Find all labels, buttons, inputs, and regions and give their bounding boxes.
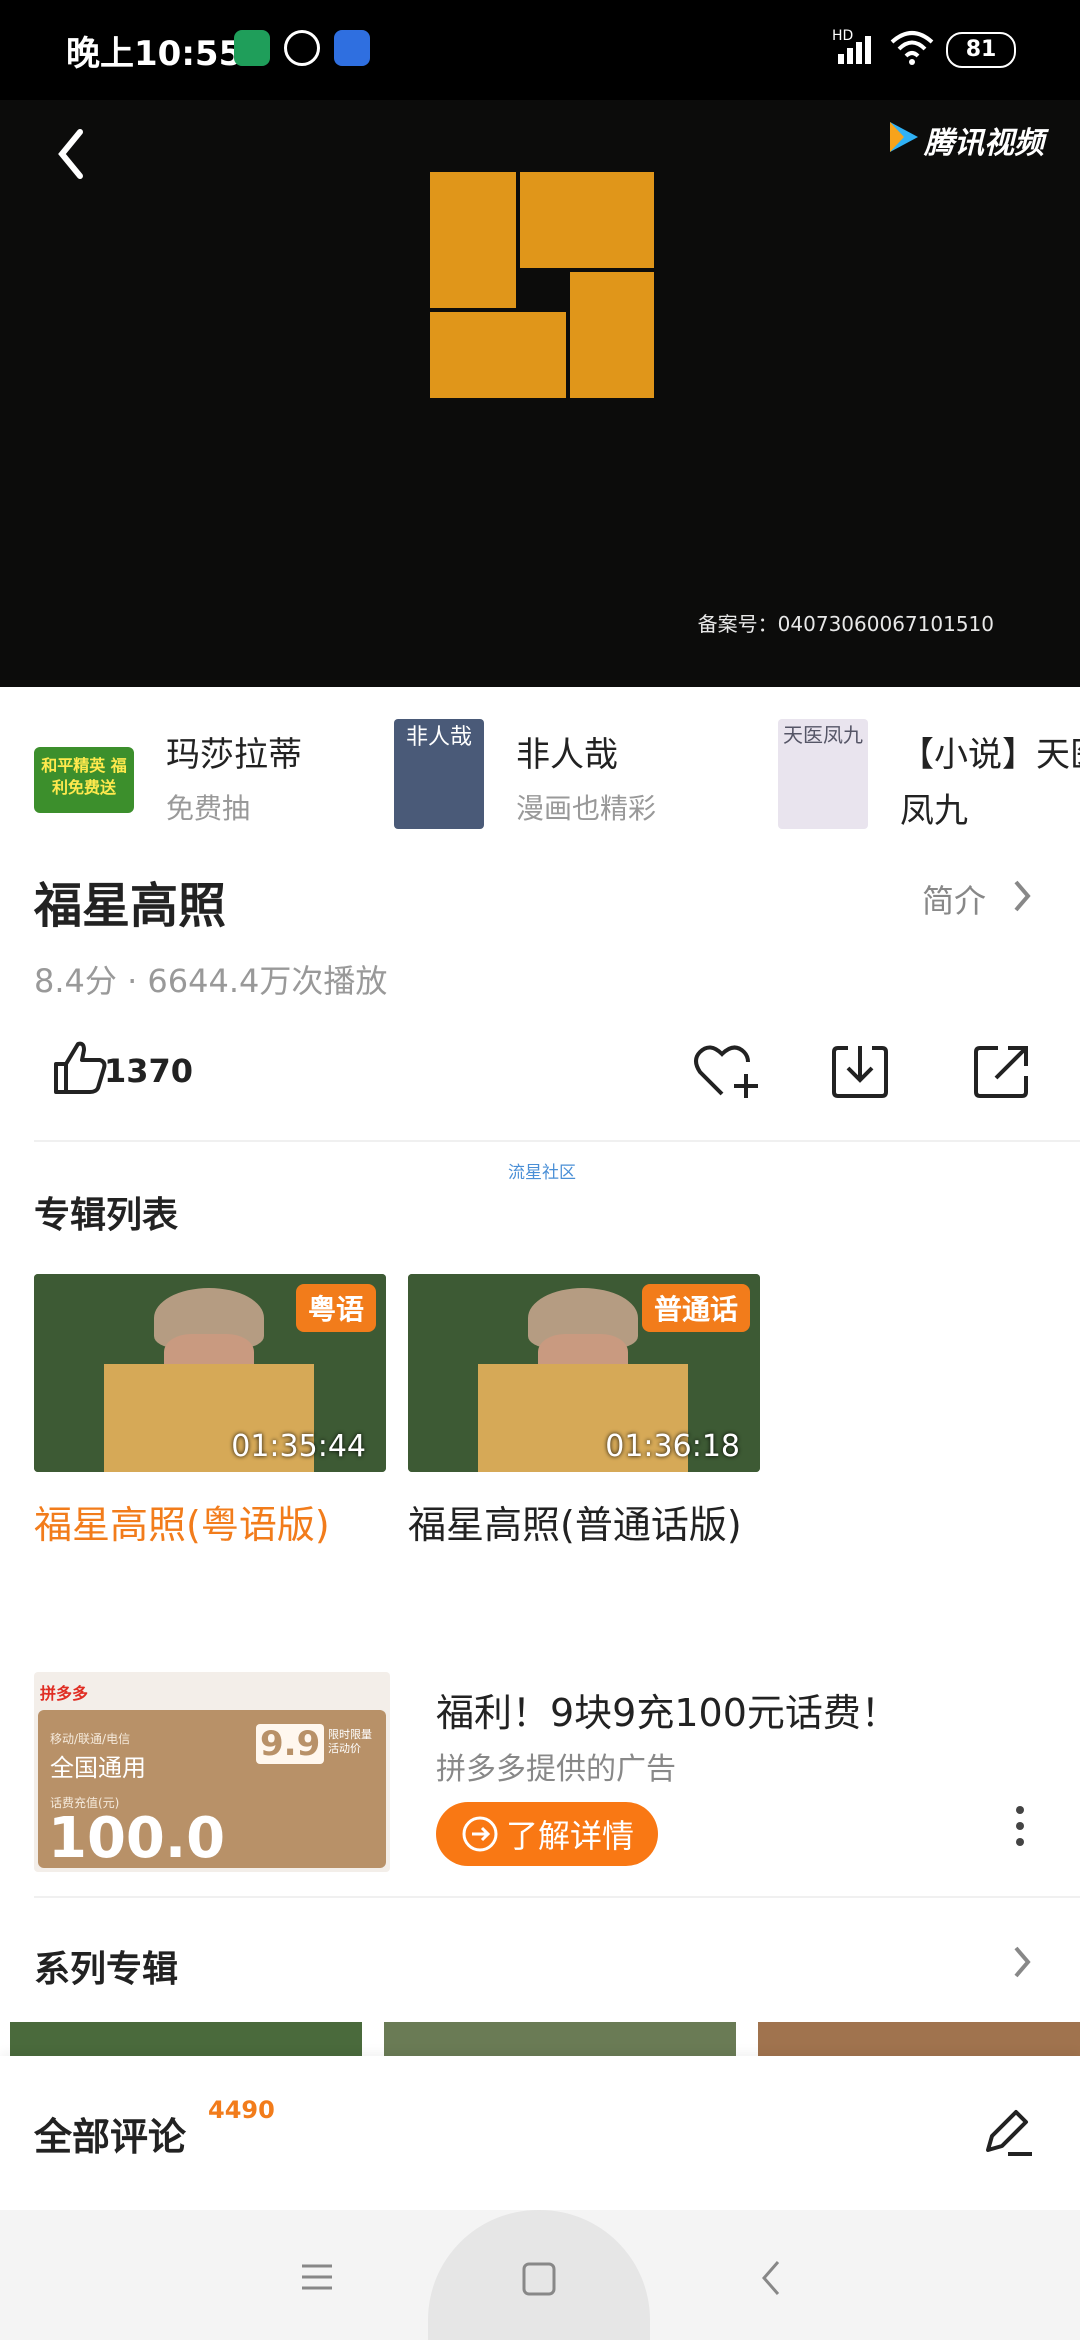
rec-thumb-3[interactable]: 天医凤九: [778, 719, 868, 829]
ad-cta-label: 了解详情: [505, 1817, 634, 1855]
battery-level: 81: [965, 37, 997, 62]
intro-link[interactable]: 简介: [922, 876, 986, 922]
app-notification-icon: [234, 30, 270, 66]
rec-title-3[interactable]: 【小说】天医: [900, 727, 1080, 776]
rec-title-1[interactable]: 玛莎拉蒂: [166, 727, 302, 776]
chevron-right-icon[interactable]: [1010, 1944, 1034, 1980]
recommendation-strip: 和平精英 福利免费送 玛莎拉蒂 免费抽 非人哉 非人哉 漫画也精彩 天医凤九 【…: [0, 687, 1080, 857]
home-nav-button[interactable]: [428, 2210, 650, 2340]
ad-card-value: 100.0: [48, 1806, 226, 1871]
chevron-right-icon[interactable]: [1010, 878, 1034, 914]
episode-tag: 普通话: [641, 1284, 750, 1332]
ad-title[interactable]: 福利！9块9充100元话费！: [436, 1682, 899, 1737]
ad-card-line2: 全国通用: [50, 1754, 146, 1782]
ad-source: 拼多多提供的广告: [436, 1752, 676, 1787]
back-nav-icon[interactable]: [756, 2258, 786, 2298]
episode-card-1[interactable]: 粤语 01:35:44: [34, 1274, 386, 1472]
system-nav-bar: [0, 2210, 1080, 2340]
ad-cta-button[interactable]: 了解详情: [436, 1802, 658, 1866]
download-icon[interactable]: [830, 1042, 890, 1102]
more-options-icon[interactable]: [1010, 1802, 1030, 1852]
status-bar: 晚上10:55 HD 81: [0, 0, 1080, 100]
like-count: 1370: [104, 1052, 194, 1090]
episode-title-2[interactable]: 福星高照(普通话版): [408, 1494, 768, 1556]
menu-nav-icon[interactable]: [300, 2260, 334, 2294]
bird-app-icon: [334, 30, 370, 66]
episode-thumbnail[interactable]: 普通话 01:36:18: [408, 1274, 760, 1472]
ad-brand: 拼多多: [40, 1684, 89, 1703]
episode-title-1[interactable]: 福星高照(粤语版): [34, 1494, 394, 1556]
album-list-title: 专辑列表: [34, 1195, 179, 1236]
ad-card: 移动/联通/电信 全国通用 9.9 限时限量 活动价 话费充值(元) 100.0: [38, 1710, 386, 1871]
series-title: 系列专辑: [34, 1949, 179, 1990]
ad-image[interactable]: 拼多多 移动/联通/电信 全国通用 9.9 限时限量 活动价 话费充值(元) 1…: [34, 1672, 390, 1872]
brand-watermark: 腾讯视频: [924, 126, 1044, 161]
share-icon[interactable]: [972, 1042, 1032, 1102]
episode-duration: 01:35:44: [231, 1429, 366, 1464]
community-link[interactable]: 流星社区: [508, 1158, 576, 1183]
episode-tag: 粤语: [295, 1284, 376, 1332]
back-icon[interactable]: [50, 124, 90, 184]
rec-subtitle-2: 漫画也精彩: [516, 792, 657, 825]
divider: [34, 1140, 1080, 1142]
battery-icon: 81: [946, 32, 1016, 68]
status-time: 晚上10:55: [66, 34, 243, 74]
podcast-icon: [284, 30, 320, 66]
series-thumbnail-1[interactable]: [10, 2022, 362, 2056]
video-player[interactable]: 腾讯视频 备案号：04073060067101510: [0, 100, 1080, 687]
episode-duration: 01:36:18: [605, 1429, 740, 1464]
arrow-circle-icon: [462, 1816, 498, 1852]
divider: [34, 1896, 1080, 1898]
comments-title[interactable]: 全部评论: [34, 2106, 186, 2161]
edit-comment-icon[interactable]: [980, 2106, 1036, 2162]
comments-bar[interactable]: 全部评论 4490: [0, 2056, 1080, 2210]
video-meta: 8.4分 · 6644.4万次播放: [34, 962, 388, 1000]
record-number: 备案号：04073060067101510: [697, 612, 994, 636]
tencent-video-logo-icon: [890, 122, 918, 152]
logo-block-1: [430, 172, 516, 308]
rec-subtitle-1: 免费抽: [166, 792, 251, 825]
home-nav-icon[interactable]: [522, 2262, 556, 2296]
logo-block-4: [570, 272, 654, 398]
logo-block-2: [520, 172, 654, 268]
rec-thumb-1[interactable]: 和平精英 福利免费送: [34, 747, 134, 813]
video-title: 福星高照: [34, 878, 227, 934]
series-thumbnail-2[interactable]: [384, 2022, 736, 2056]
signal-icon: [838, 36, 871, 64]
ad-card-price: 9.9: [256, 1724, 325, 1764]
like-icon[interactable]: [52, 1040, 108, 1096]
series-thumbnail-3[interactable]: [758, 2022, 1080, 2056]
episode-thumbnail[interactable]: 粤语 01:35:44: [34, 1274, 386, 1472]
rec-subtitle-3: 凤九: [900, 791, 968, 831]
ad-card-price-tag: 限时限量 活动价: [328, 1728, 372, 1755]
rec-title-2[interactable]: 非人哉: [516, 727, 618, 776]
wifi-icon: [890, 31, 934, 65]
logo-block-3: [430, 312, 566, 398]
favorite-icon[interactable]: [692, 1040, 762, 1100]
comments-count: 4490: [208, 2096, 275, 2124]
rec-thumb-2[interactable]: 非人哉: [394, 719, 484, 829]
ad-card-line1: 移动/联通/电信: [50, 1732, 131, 1746]
episode-card-2[interactable]: 普通话 01:36:18: [408, 1274, 760, 1472]
